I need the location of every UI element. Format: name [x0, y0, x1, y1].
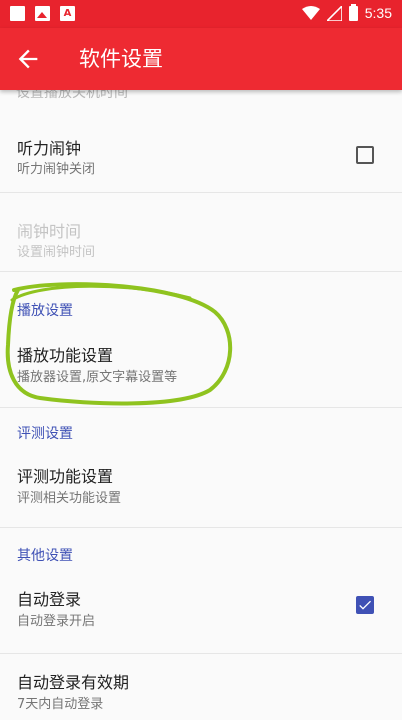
- status-time: 5:35: [364, 5, 392, 21]
- app-bar: 软件设置: [0, 28, 402, 90]
- item-title: 听力闹钟: [17, 139, 82, 158]
- listening-alarm-checkbox[interactable]: [356, 146, 374, 164]
- item-summary: 自动登录开启: [17, 614, 96, 629]
- back-button[interactable]: [14, 45, 42, 73]
- square-notification-icon: [10, 6, 25, 21]
- checkmark-icon: [359, 600, 371, 610]
- list-item-playback-settings[interactable]: 播放功能设置 播放器设置,原文字幕设置等: [0, 325, 402, 408]
- item-summary: 播放器设置,原文字幕设置等: [17, 370, 178, 385]
- arrow-back-icon: [18, 49, 38, 69]
- signal-icon: [326, 5, 342, 21]
- battery-charging-icon: [348, 3, 358, 21]
- list-item-alarm-time[interactable]: 闹钟时间 设置闹钟时间: [0, 193, 402, 272]
- item-summary: 听力闹钟关闭: [17, 162, 96, 177]
- item-title: 闹钟时间: [17, 222, 82, 241]
- partial-list-item: 设置播放关机时间: [0, 90, 402, 100]
- partial-item-text: 设置播放关机时间: [16, 90, 128, 100]
- item-summary: 设置闹钟时间: [17, 245, 96, 260]
- page-title: 软件设置: [79, 47, 163, 71]
- section-header-playback: 播放设置: [17, 303, 73, 319]
- item-summary: 评测相关功能设置: [17, 491, 122, 506]
- item-title: 自动登录有效期: [17, 673, 130, 692]
- list-item-auto-login[interactable]: 自动登录 自动登录开启: [0, 570, 402, 654]
- auto-login-checkbox[interactable]: [356, 596, 374, 614]
- wifi-icon: [301, 5, 320, 20]
- item-title: 评测功能设置: [17, 467, 114, 486]
- item-summary: 7天内自动登录: [17, 697, 104, 712]
- text-notification-icon: A: [60, 6, 75, 21]
- item-title: 播放功能设置: [17, 346, 114, 365]
- section-header-other: 其他设置: [17, 548, 73, 564]
- photo-icon: [35, 6, 50, 21]
- list-item-evaluation-settings[interactable]: 评测功能设置 评测相关功能设置: [0, 448, 402, 528]
- section-header-evaluation: 评测设置: [17, 426, 73, 442]
- item-title: 自动登录: [17, 590, 82, 609]
- status-bar: A 5:35: [0, 0, 402, 28]
- list-item-auto-login-validity[interactable]: 自动登录有效期 7天内自动登录: [0, 654, 402, 720]
- list-item-listening-alarm[interactable]: 听力闹钟 听力闹钟关闭: [0, 100, 402, 193]
